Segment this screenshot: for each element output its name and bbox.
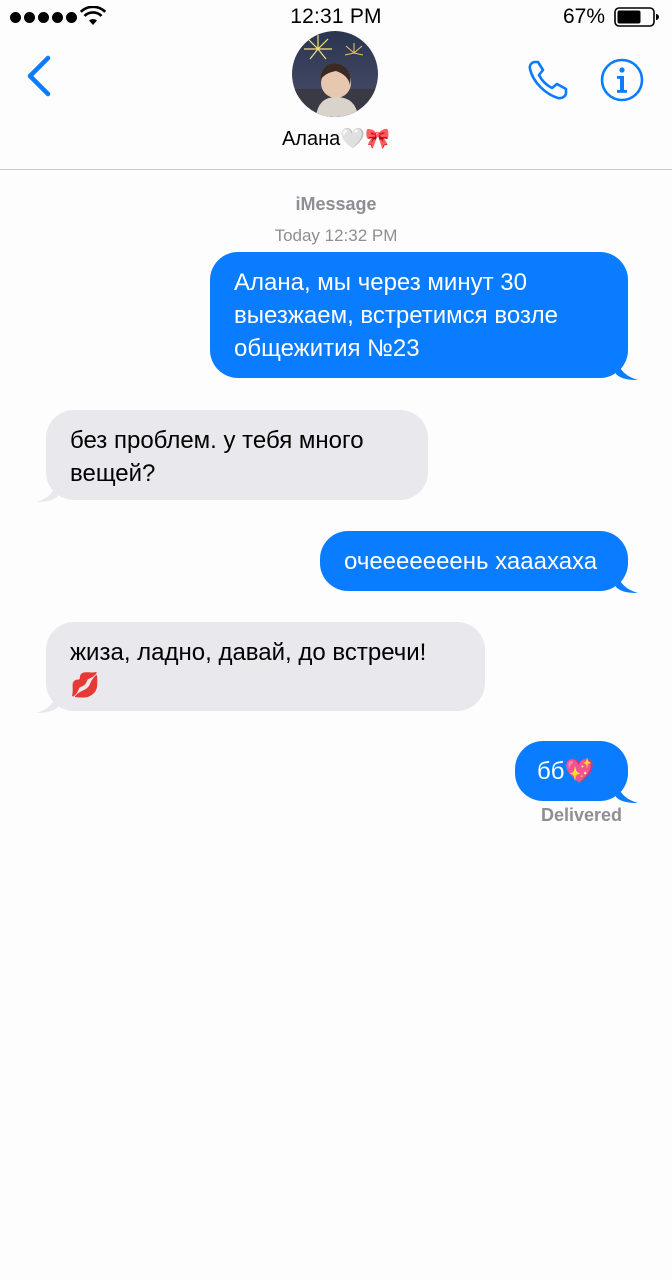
outgoing-message-bubble[interactable]: очееееееень хааахаха <box>320 531 628 591</box>
conversation-header: Алана🤍🎀 <box>0 0 672 170</box>
bubble-tail <box>616 569 638 593</box>
bubble-tail <box>616 356 638 380</box>
incoming-message-bubble[interactable]: жиза, ладно, давай, до встречи! 💋 <box>46 622 485 711</box>
service-label: iMessage <box>295 194 377 214</box>
bubble-tail <box>616 779 638 803</box>
contact-name[interactable]: Алана🤍🎀 <box>0 126 672 151</box>
info-icon[interactable] <box>598 56 646 104</box>
bubble-tail <box>36 689 58 713</box>
incoming-message-bubble[interactable]: без проблем. у тебя много вещей? <box>46 410 428 500</box>
outgoing-message-bubble[interactable]: бб💖 <box>515 741 628 801</box>
delivery-status: Delivered <box>540 805 622 825</box>
chevron-left-icon[interactable] <box>22 52 58 100</box>
bubble-tail <box>36 478 58 502</box>
phone-icon[interactable] <box>524 56 572 104</box>
avatar[interactable] <box>292 31 378 117</box>
outgoing-message-bubble[interactable]: Алана, мы через минут 30 выезжаем, встре… <box>210 252 628 378</box>
message-timestamp: Today 12:32 PM <box>274 226 398 245</box>
